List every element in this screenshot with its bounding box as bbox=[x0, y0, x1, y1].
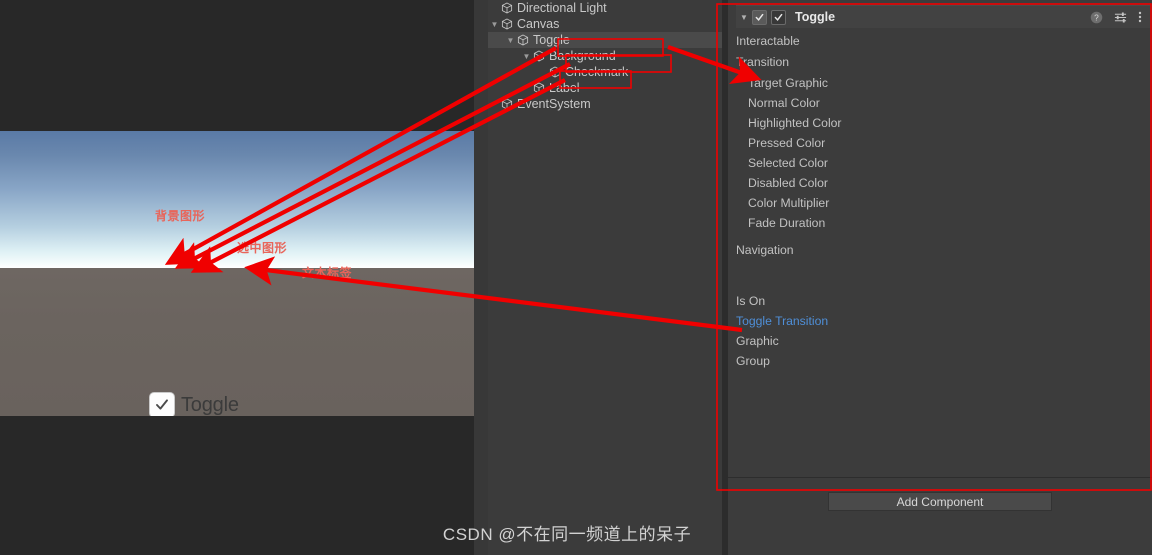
hierarchy-item-label: Checkmark bbox=[565, 65, 629, 79]
toggle-component-header[interactable]: ▼ Toggle ? bbox=[736, 5, 1152, 28]
row-color-multiplier: Color Multiplier bbox=[736, 193, 1152, 213]
gameobject-cube-icon bbox=[501, 98, 513, 110]
hierarchy-item-label[interactable]: Label bbox=[488, 80, 728, 96]
label-target-graphic: Target Graphic bbox=[748, 76, 828, 90]
hierarchy-item-toggle[interactable]: ▼ Toggle bbox=[488, 32, 728, 48]
label-is-on: Is On bbox=[736, 294, 766, 308]
hierarchy-item-label: EventSystem bbox=[517, 97, 591, 111]
annotation-label-checkmark: 选中图形 bbox=[237, 241, 288, 255]
label-navigation: Navigation bbox=[736, 243, 794, 257]
label-normal-color: Normal Color bbox=[748, 96, 820, 110]
hierarchy-item-directional-light[interactable]: Directional Light bbox=[488, 0, 728, 16]
gameobject-cube-icon bbox=[549, 66, 561, 78]
gameobject-cube-icon bbox=[533, 82, 545, 94]
row-normal-color: Normal Color bbox=[736, 93, 1152, 113]
menu-icon[interactable] bbox=[1138, 10, 1142, 24]
help-icon[interactable]: ? bbox=[1090, 11, 1103, 24]
label-color-multiplier: Color Multiplier bbox=[748, 196, 830, 210]
label-highlighted-color: Highlighted Color bbox=[748, 116, 842, 130]
hierarchy-item-background[interactable]: ▼ Background bbox=[488, 48, 728, 64]
annotation-label-background: 背景图形 bbox=[155, 209, 206, 223]
label-fade-duration: Fade Duration bbox=[748, 216, 826, 230]
label-toggle-transition: Toggle Transition bbox=[736, 314, 829, 328]
label-graphic: Graphic bbox=[736, 334, 779, 348]
hierarchy-item-eventsystem[interactable]: EventSystem bbox=[488, 96, 728, 112]
watermark-text: CSDN @不在同一频道上的呆子 bbox=[442, 525, 692, 544]
row-pressed-color: Pressed Color bbox=[736, 133, 1152, 153]
hierarchy-item-canvas[interactable]: ▼ Canvas bbox=[488, 16, 728, 32]
row-navigation: Navigation bbox=[736, 240, 1152, 260]
inspector-panel[interactable]: ▼ Toggle ? Interactable Transition Targe… bbox=[728, 0, 1152, 555]
annotation-label-text: 文本标签 bbox=[302, 266, 353, 280]
inspector-left-strip bbox=[728, 0, 736, 555]
add-component-button[interactable]: Add Component bbox=[828, 492, 1052, 511]
foldout-arrow-icon[interactable]: ▼ bbox=[488, 20, 501, 29]
row-is-on: Is On bbox=[736, 291, 1152, 311]
label-disabled-color: Disabled Color bbox=[748, 176, 828, 190]
svg-text:?: ? bbox=[1094, 12, 1099, 22]
unity-editor-window: Toggle 背景图形 选中图形 文本标签 Directional Light ▼… bbox=[0, 0, 1152, 555]
hierarchy-item-checkmark[interactable]: Checkmark bbox=[488, 64, 728, 80]
toggle-label-text: Toggle bbox=[181, 393, 239, 416]
row-graphic: Graphic bbox=[736, 331, 1152, 351]
component-title: Toggle bbox=[795, 10, 836, 24]
hierarchy-item-label: Directional Light bbox=[517, 1, 607, 15]
gameobject-cube-icon bbox=[501, 2, 513, 14]
row-interactable: Interactable bbox=[736, 31, 1152, 51]
component-enabled-checkbox-2[interactable] bbox=[771, 9, 786, 25]
check-icon bbox=[774, 13, 783, 21]
hierarchy-gutter bbox=[474, 0, 488, 555]
row-group: Group bbox=[736, 351, 1152, 371]
toggle-checkbox[interactable] bbox=[150, 393, 174, 416]
check-icon bbox=[755, 13, 764, 21]
gameobject-cube-icon bbox=[533, 50, 545, 62]
label-pressed-color: Pressed Color bbox=[748, 136, 826, 150]
foldout-arrow-icon[interactable]: ▼ bbox=[504, 36, 517, 45]
label-selected-color: Selected Color bbox=[748, 156, 828, 170]
hierarchy-panel[interactable]: Directional Light ▼ Canvas ▼ Toggle ▼ Backgrou… bbox=[488, 0, 728, 555]
scene-toggle-widget[interactable]: Toggle bbox=[150, 393, 239, 416]
gameobject-cube-icon bbox=[517, 34, 529, 46]
row-selected-color: Selected Color bbox=[736, 153, 1152, 173]
row-toggle-transition: Toggle Transition bbox=[736, 311, 1152, 331]
row-highlighted-color: Highlighted Color bbox=[736, 113, 1152, 133]
label-transition: Transition bbox=[736, 55, 790, 69]
row-fade-duration: Fade Duration bbox=[736, 213, 1152, 233]
hierarchy-item-label: Canvas bbox=[517, 17, 560, 31]
checkmark-icon bbox=[156, 399, 168, 410]
row-disabled-color: Disabled Color bbox=[736, 173, 1152, 193]
foldout-arrow-icon[interactable]: ▼ bbox=[520, 52, 533, 61]
gameobject-cube-icon bbox=[501, 18, 513, 30]
scene-view[interactable]: Toggle 背景图形 选中图形 文本标签 bbox=[0, 131, 474, 416]
component-enabled-checkbox-1[interactable] bbox=[752, 9, 767, 25]
foldout-arrow-icon[interactable]: ▼ bbox=[736, 13, 752, 22]
hierarchy-item-label: Background bbox=[549, 49, 616, 63]
row-target-graphic: Target Graphic bbox=[736, 73, 1152, 93]
label-group: Group bbox=[736, 354, 770, 368]
preset-icon[interactable] bbox=[1114, 11, 1127, 24]
label-interactable: Interactable bbox=[736, 34, 800, 48]
row-transition: Transition bbox=[736, 52, 1152, 72]
hierarchy-item-label: Toggle bbox=[533, 33, 570, 47]
hierarchy-item-label: Label bbox=[549, 81, 580, 95]
